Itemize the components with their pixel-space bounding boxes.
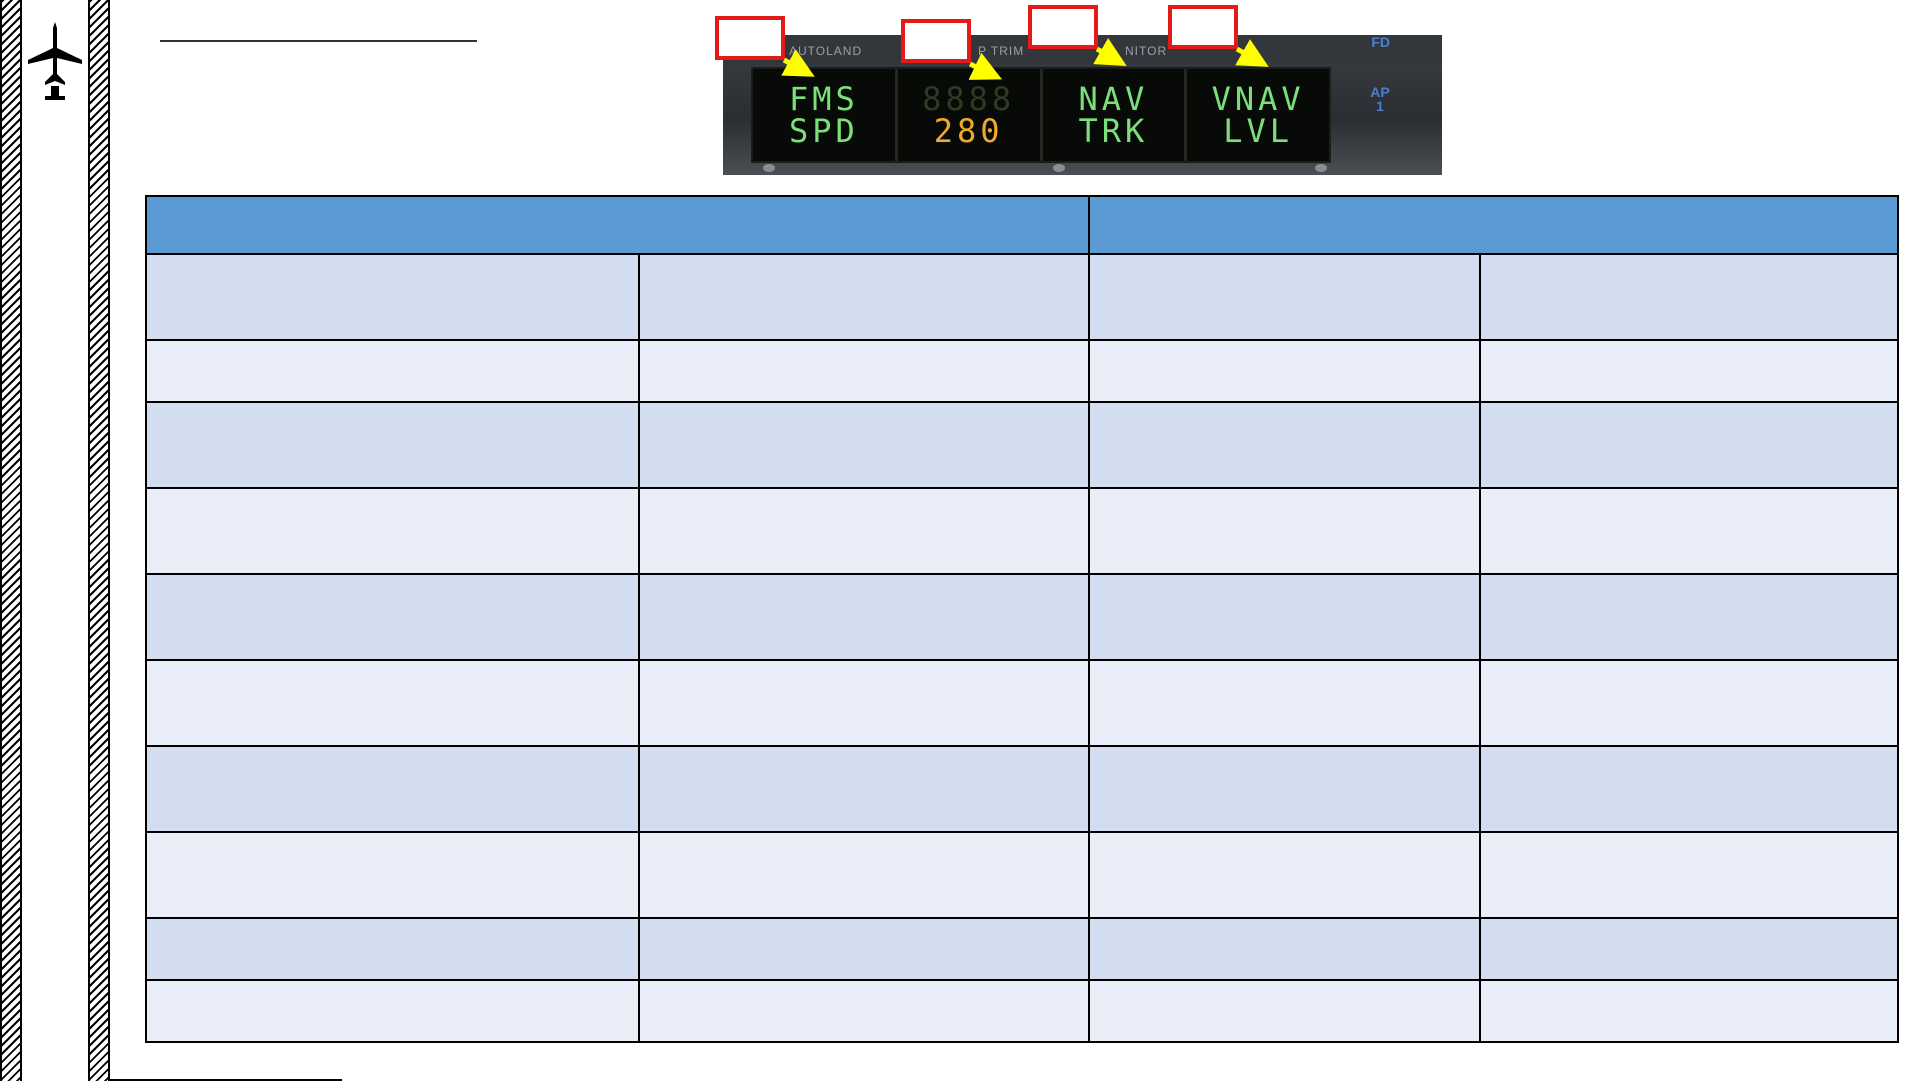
table-row bbox=[145, 659, 1899, 747]
annunciator-cell-speed-value: 8888 280 bbox=[898, 69, 1043, 161]
table-row bbox=[145, 745, 1899, 833]
callout-box-3 bbox=[1028, 5, 1098, 49]
left-hatched-rail bbox=[0, 0, 22, 1081]
table-cell bbox=[1088, 979, 1481, 1043]
airplane-icon bbox=[28, 22, 82, 100]
table-cell bbox=[1479, 573, 1899, 661]
table-cell bbox=[145, 917, 640, 981]
table-cell bbox=[1479, 339, 1899, 403]
table-cell bbox=[1088, 573, 1481, 661]
annunciator-line2: 280 bbox=[933, 112, 1004, 150]
table-cell bbox=[1479, 253, 1899, 341]
table-cell bbox=[145, 339, 640, 403]
table-cell bbox=[638, 659, 1090, 747]
table-cell bbox=[638, 339, 1090, 403]
table-cell bbox=[1479, 401, 1899, 489]
table-cell bbox=[638, 745, 1090, 833]
callout-box-2 bbox=[901, 19, 971, 63]
annunciator-display: FMS SPD 8888 280 NAV TRK VNAV LVL bbox=[751, 67, 1331, 163]
table-cell bbox=[1088, 745, 1481, 833]
annunciator-panel-photo: AUTOLAND P TRIM NITOR FMS SPD 8888 280 N… bbox=[723, 35, 1442, 175]
annunciator-line2: TRK bbox=[1078, 112, 1149, 150]
table-cell bbox=[145, 979, 640, 1043]
panel-screw bbox=[1053, 164, 1065, 172]
annunciator-line1: FMS bbox=[788, 80, 859, 118]
title-underline bbox=[160, 40, 477, 42]
table-header-left bbox=[145, 195, 1090, 255]
table-cell bbox=[145, 831, 640, 919]
table-cell bbox=[145, 573, 640, 661]
table-cell bbox=[1088, 339, 1481, 403]
table-row bbox=[145, 253, 1899, 341]
callout-box-1 bbox=[715, 16, 785, 60]
table-cell bbox=[1088, 401, 1481, 489]
table-cell bbox=[638, 401, 1090, 489]
table-cell bbox=[638, 917, 1090, 981]
annunciator-cell-speed-mode: FMS SPD bbox=[753, 69, 898, 161]
table-cell bbox=[638, 253, 1090, 341]
table-cell bbox=[1479, 831, 1899, 919]
table-cell bbox=[145, 253, 640, 341]
table-cell bbox=[1088, 917, 1481, 981]
annunciator-line1-unlit: 8888 bbox=[922, 80, 1016, 118]
annunciator-line1: NAV bbox=[1078, 80, 1149, 118]
panel-side-label-ap: AP 1 bbox=[1370, 84, 1390, 114]
annunciator-line2: LVL bbox=[1223, 112, 1294, 150]
table-cell bbox=[1088, 659, 1481, 747]
table-cell bbox=[145, 659, 640, 747]
callout-box-4 bbox=[1168, 5, 1238, 49]
table-header-right bbox=[1088, 195, 1899, 255]
annunciator-cell-lateral-mode: NAV TRK bbox=[1043, 69, 1188, 161]
table-row bbox=[145, 573, 1899, 661]
annunciator-cell-vertical-mode: VNAV LVL bbox=[1187, 69, 1329, 161]
table-cell bbox=[638, 831, 1090, 919]
panel-label-autoland: AUTOLAND bbox=[789, 44, 863, 58]
panel-screw bbox=[1315, 164, 1327, 172]
table-row bbox=[145, 339, 1899, 403]
annunciator-line2: SPD bbox=[788, 112, 859, 150]
table-row bbox=[145, 401, 1899, 489]
panel-label-monitor: NITOR bbox=[1125, 44, 1168, 58]
table-row bbox=[145, 979, 1899, 1043]
table-cell bbox=[1479, 745, 1899, 833]
table-cell bbox=[1088, 253, 1481, 341]
table-row bbox=[145, 487, 1899, 575]
right-hatched-rail bbox=[88, 0, 110, 1081]
mode-table bbox=[145, 195, 1899, 1043]
panel-screw bbox=[763, 164, 775, 172]
table-cell bbox=[145, 401, 640, 489]
table-cell bbox=[1479, 659, 1899, 747]
table-row bbox=[145, 831, 1899, 919]
table-cell bbox=[1088, 487, 1481, 575]
table-cell bbox=[638, 573, 1090, 661]
table-row bbox=[145, 917, 1899, 981]
table-cell bbox=[1088, 831, 1481, 919]
table-cell bbox=[145, 487, 640, 575]
annunciator-line1: VNAV bbox=[1211, 80, 1305, 118]
table-cell bbox=[1479, 979, 1899, 1043]
table-cell bbox=[638, 487, 1090, 575]
table-cell bbox=[1479, 487, 1899, 575]
panel-side-label-fd: FD bbox=[1371, 34, 1390, 50]
panel-label-trim: P TRIM bbox=[978, 44, 1025, 58]
table-cell bbox=[145, 745, 640, 833]
table-cell bbox=[1479, 917, 1899, 981]
table-cell bbox=[638, 979, 1090, 1043]
